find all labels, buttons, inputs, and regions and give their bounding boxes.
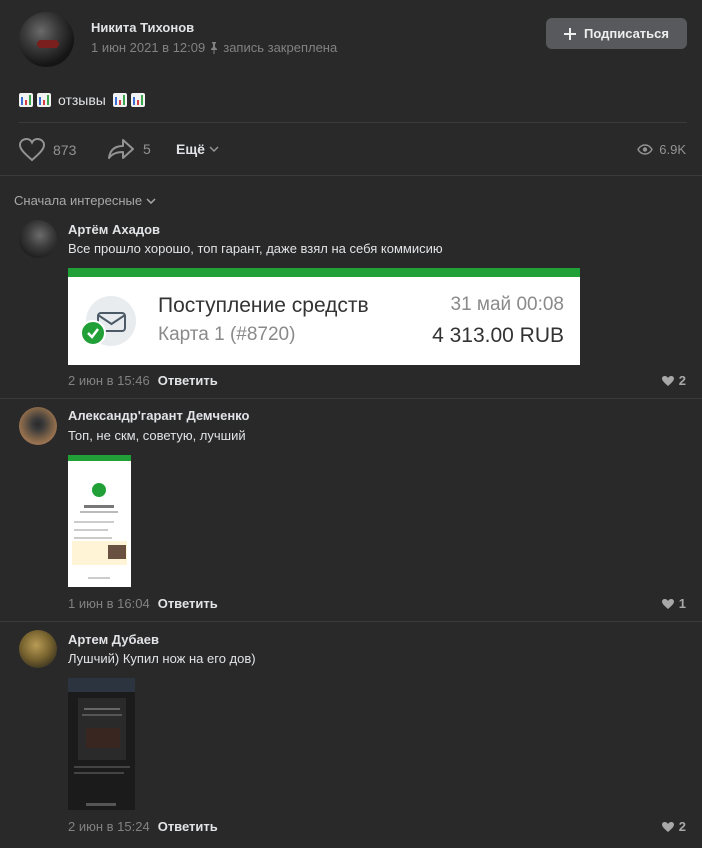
pin-icon: [211, 41, 218, 54]
heart-icon: [661, 821, 674, 832]
receipt-date: 31 май 00:08: [450, 294, 564, 315]
heart-icon: [661, 598, 674, 609]
receipt-amount: 4 313.00 RUB: [432, 324, 564, 347]
subscribe-button[interactable]: Подписаться: [546, 18, 687, 49]
commenter-avatar[interactable]: [19, 220, 57, 258]
subscribe-label: Подписаться: [583, 26, 669, 41]
comment-text: Все прошло хорошо, топ гарант, даже взял…: [68, 241, 443, 256]
post-text-label: отзывы: [58, 92, 106, 108]
comment-like-button[interactable]: 1: [661, 596, 686, 611]
screenshot-thumbnail[interactable]: [68, 455, 131, 587]
eye-icon: [637, 144, 654, 155]
chart-emoji-icon: [130, 93, 145, 107]
share-icon: [108, 139, 134, 159]
comment-text: Лушчий) Купил нож на его дов): [68, 651, 256, 666]
like-button[interactable]: 873: [19, 138, 76, 162]
share-button[interactable]: 5: [107, 138, 151, 160]
comment-date[interactable]: 2 июн в 15:46: [68, 373, 150, 388]
comment-author[interactable]: Александр'гарант Демченко: [68, 408, 249, 423]
divider: [0, 175, 702, 176]
comment-like-button[interactable]: 2: [661, 373, 686, 388]
receipt-card: Карта 1 (#8720): [158, 324, 296, 345]
reply-button[interactable]: Ответить: [158, 373, 218, 388]
chevron-down-icon: [209, 146, 219, 152]
author-avatar[interactable]: [19, 12, 74, 67]
check-icon: [80, 320, 106, 346]
share-count: 5: [143, 141, 151, 157]
post-author-name[interactable]: Никита Тихонов: [91, 20, 194, 35]
post-date[interactable]: 1 июн 2021 в 12:09: [91, 40, 205, 55]
divider: [19, 122, 687, 123]
chevron-down-icon: [146, 197, 156, 204]
comment-author[interactable]: Артем Дубаев: [68, 632, 159, 647]
post-meta: 1 июн 2021 в 12:09 запись закреплена: [91, 40, 337, 55]
divider: [0, 398, 702, 399]
more-label: Ещё: [176, 141, 205, 157]
chart-emoji-icon: [37, 93, 51, 107]
more-button[interactable]: Ещё: [176, 141, 219, 157]
comment-footer: 2 июн в 15:46 Ответить: [68, 373, 218, 388]
views-count: 6.9K: [659, 142, 686, 157]
sort-label: Сначала интересные: [14, 193, 143, 208]
comment-text: Топ, не скм, советую, лучший: [68, 428, 246, 443]
comment-like-count: 2: [678, 373, 686, 388]
comment-footer: 2 июн в 15:24 Ответить: [68, 819, 218, 834]
post-header: Никита Тихонов 1 июн 2021 в 12:09 запись…: [0, 0, 702, 78]
pinned-label: запись закреплена: [223, 40, 338, 55]
reply-button[interactable]: Ответить: [158, 596, 218, 611]
receipt-bar: [68, 268, 580, 277]
heart-icon: [19, 138, 45, 162]
comment-like-count: 2: [678, 819, 686, 834]
comment-date[interactable]: 1 июн в 16:04: [68, 596, 150, 611]
plus-icon: [563, 27, 576, 40]
commenter-avatar[interactable]: [19, 630, 57, 668]
reply-button[interactable]: Ответить: [158, 819, 218, 834]
comment-like-button[interactable]: 2: [661, 819, 686, 834]
post-actions: 873 5 Ещё 6.9K: [0, 124, 702, 174]
commenter-avatar[interactable]: [19, 407, 57, 445]
post-text: отзывы: [19, 92, 145, 108]
comment-author[interactable]: Артём Ахадов: [68, 222, 160, 237]
comment-date[interactable]: 2 июн в 15:24: [68, 819, 150, 834]
screenshot-thumbnail[interactable]: [68, 678, 135, 810]
comment-sort-dropdown[interactable]: Сначала интересные: [14, 193, 156, 208]
divider: [0, 621, 702, 622]
like-count: 873: [53, 142, 77, 158]
payment-receipt-image[interactable]: Поступление средств Карта 1 (#8720) 31 м…: [68, 268, 580, 365]
receipt-title: Поступление средств: [158, 294, 369, 317]
chart-emoji-icon: [112, 93, 127, 107]
heart-icon: [661, 375, 674, 386]
comment-footer: 1 июн в 16:04 Ответить: [68, 596, 218, 611]
comment-like-count: 1: [678, 596, 686, 611]
chart-emoji-icon: [19, 93, 33, 107]
views-counter: 6.9K: [637, 142, 686, 157]
